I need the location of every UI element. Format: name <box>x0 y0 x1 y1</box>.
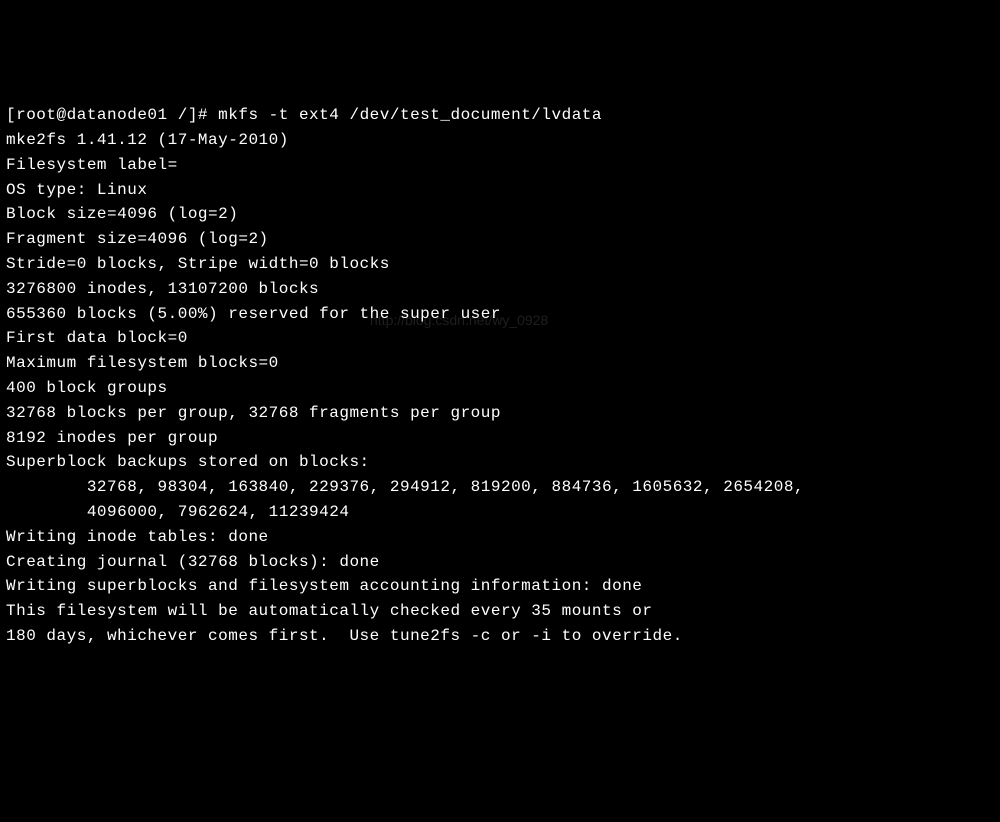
output-line: Stride=0 blocks, Stripe width=0 blocks <box>6 252 994 277</box>
output-line: Fragment size=4096 (log=2) <box>6 227 994 252</box>
output-line: 3276800 inodes, 13107200 blocks <box>6 277 994 302</box>
output-line: 180 days, whichever comes first. Use tun… <box>6 624 994 649</box>
output-line: 655360 blocks (5.00%) reserved for the s… <box>6 302 994 327</box>
command-line: [root@datanode01 /]# mkfs -t ext4 /dev/t… <box>6 103 994 128</box>
output-line: 4096000, 7962624, 11239424 <box>6 500 994 525</box>
output-line: OS type: Linux <box>6 178 994 203</box>
output-line: mke2fs 1.41.12 (17-May-2010) <box>6 128 994 153</box>
output-line: Superblock backups stored on blocks: <box>6 450 994 475</box>
output-line: 8192 inodes per group <box>6 426 994 451</box>
output-line: 32768, 98304, 163840, 229376, 294912, 81… <box>6 475 994 500</box>
output-line: Maximum filesystem blocks=0 <box>6 351 994 376</box>
output-line: Writing inode tables: done <box>6 525 994 550</box>
terminal-window[interactable]: [root@datanode01 /]# mkfs -t ext4 /dev/t… <box>6 103 994 649</box>
shell-prompt: [root@datanode01 /]# <box>6 106 218 124</box>
output-line: This filesystem will be automatically ch… <box>6 599 994 624</box>
command-text: mkfs -t ext4 /dev/test_document/lvdata <box>218 106 602 124</box>
output-line: Block size=4096 (log=2) <box>6 202 994 227</box>
output-line: 400 block groups <box>6 376 994 401</box>
output-line: First data block=0 <box>6 326 994 351</box>
output-line: Filesystem label= <box>6 153 994 178</box>
output-line: 32768 blocks per group, 32768 fragments … <box>6 401 994 426</box>
output-line: Creating journal (32768 blocks): done <box>6 550 994 575</box>
output-line: Writing superblocks and filesystem accou… <box>6 574 994 599</box>
